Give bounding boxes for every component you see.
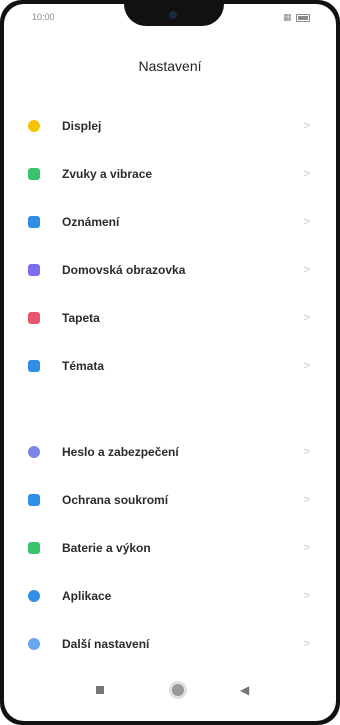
status-icons: ▦ — [283, 12, 310, 23]
settings-item-label: Baterie a výkon — [62, 541, 151, 555]
settings-item-další-nastavení[interactable]: Další nastavení > — [4, 620, 336, 668]
notification-icon — [28, 216, 40, 228]
settings-item-label: Ochrana soukromí — [62, 493, 169, 507]
chevron-right-icon: > — [303, 494, 310, 506]
settings-item-oznámení[interactable]: Oznámení > — [4, 198, 336, 246]
settings-item-label: Heslo a zabezpečení — [62, 445, 179, 459]
recent-apps-button[interactable] — [96, 686, 104, 694]
settings-item-aplikace[interactable]: Aplikace > — [4, 572, 336, 620]
chevron-right-icon: > — [303, 312, 310, 324]
settings-item-label: Aplikace — [62, 589, 112, 603]
settings-item-label: Tapeta — [62, 311, 100, 325]
settings-item-domovská-obrazovka[interactable]: Domovská obrazovka > — [4, 246, 336, 294]
chevron-right-icon: > — [303, 120, 310, 132]
settings-item-label: Oznámení — [62, 215, 120, 229]
privacy-icon — [28, 494, 40, 506]
wallpaper-icon — [28, 312, 40, 324]
page-title: Nastavení — [138, 58, 202, 74]
settings-item-label: Zvuky a vibrace — [62, 167, 153, 181]
themes-icon — [28, 360, 40, 372]
settings-item-ochrana-soukromí[interactable]: Ochrana soukromí > — [4, 476, 336, 524]
settings-item-displej[interactable]: Displej > — [4, 102, 336, 150]
home-button[interactable] — [172, 684, 184, 696]
lock-icon — [28, 446, 40, 458]
settings-item-baterie-a-výkon[interactable]: Baterie a výkon > — [4, 524, 336, 572]
settings-item-heslo-a-zabezpečení[interactable]: Heslo a zabezpečení > — [4, 428, 336, 476]
chevron-right-icon: > — [303, 446, 310, 458]
chevron-right-icon: > — [303, 638, 310, 650]
speaker-icon — [28, 168, 40, 180]
chevron-right-icon: > — [303, 216, 310, 228]
navigation-bar: ◀ — [4, 665, 336, 721]
more-icon — [28, 638, 40, 650]
battery-status-icon — [296, 13, 310, 22]
settings-item-label: Displej — [62, 119, 102, 133]
screen: 10:00 ▦ Nastavení Displej > Zvuky a vibrac… — [4, 4, 336, 721]
back-button[interactable]: ◀ — [240, 683, 249, 697]
chevron-right-icon: > — [303, 264, 310, 276]
chevron-right-icon: > — [303, 590, 310, 602]
status-bar: 10:00 ▦ — [4, 10, 336, 26]
settings-item-témata[interactable]: Témata > — [4, 342, 336, 390]
settings-item-label: Témata — [62, 359, 105, 373]
sun-icon — [28, 120, 40, 132]
settings-item-label: Domovská obrazovka — [62, 263, 186, 277]
battery-icon — [28, 542, 40, 554]
settings-list-2: Heslo a zabezpečení > Ochrana soukromí > Bat… — [4, 428, 336, 668]
signal-icon: ▦ — [282, 12, 293, 22]
settings-item-zvuky-a-vibrace[interactable]: Zvuky a vibrace > — [4, 150, 336, 198]
chevron-right-icon: > — [303, 168, 310, 180]
chevron-right-icon: > — [303, 542, 310, 554]
phone-frame: 10:00 ▦ Nastavení Displej > Zvuky a vibrac… — [0, 0, 340, 725]
gear-icon — [28, 590, 40, 602]
chevron-right-icon: > — [303, 360, 310, 372]
settings-item-label: Další nastavení — [62, 637, 150, 651]
status-time: 10:00 — [32, 12, 55, 22]
settings-item-tapeta[interactable]: Tapeta > — [4, 294, 336, 342]
settings-list-1: Displej > Zvuky a vibrace > Oznámení > Domovsk… — [4, 102, 336, 390]
home-icon — [28, 264, 40, 276]
